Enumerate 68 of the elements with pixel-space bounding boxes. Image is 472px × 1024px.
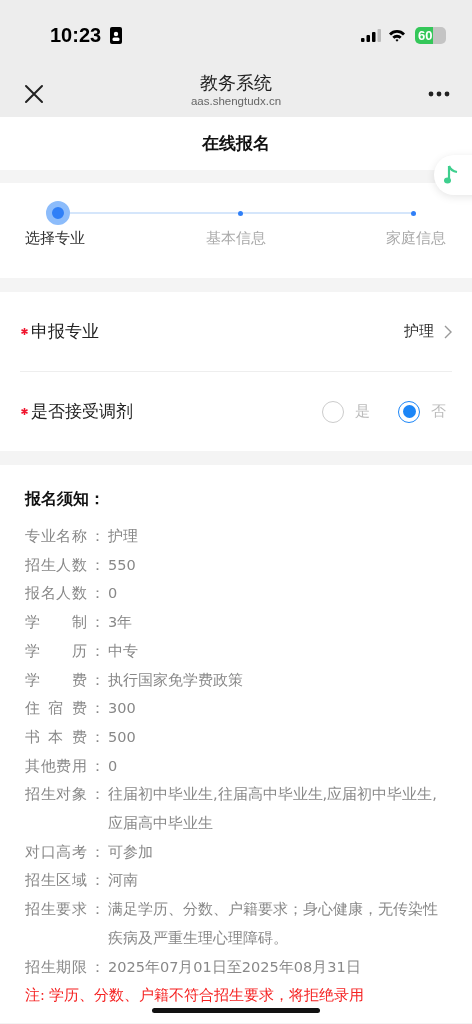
step-label[interactable]: 家庭信息 — [386, 229, 446, 248]
field-label: 是否接受调剂 — [31, 400, 133, 423]
signal-icon — [361, 28, 381, 42]
field-label: 申报专业 — [31, 320, 99, 343]
info-value: 河南 — [108, 871, 139, 891]
more-icon[interactable] — [428, 90, 450, 97]
info-value: 护理 — [108, 527, 139, 546]
info-value: 0 — [108, 756, 119, 776]
info-label: 招生人数 — [25, 555, 87, 575]
music-note-icon — [444, 165, 458, 185]
label-colon: ： — [89, 727, 106, 747]
label-colon: ： — [89, 584, 106, 604]
id-card-icon — [110, 26, 123, 44]
step-label[interactable]: 基本信息 — [205, 229, 266, 248]
label-colon: ： — [89, 527, 106, 546]
notice-title: 报名须知： — [25, 489, 106, 510]
label-colon: ： — [89, 699, 106, 719]
info-label: 住 宿 费 — [25, 699, 87, 719]
nav-url: aas.shengtudx.cn — [190, 94, 282, 107]
field-value: 护理 — [404, 322, 434, 341]
nav-title: 教务系统 — [200, 70, 272, 95]
info-value: 可参加 — [108, 842, 154, 862]
info-value: 满足学历、分数、户籍要求；身心健康，无传染性疾病及严重生理心理障碍。 — [108, 900, 439, 948]
info-label: 学 制 — [25, 613, 87, 633]
radio-label[interactable]: 否 — [431, 402, 446, 421]
label-colon: ： — [89, 900, 106, 920]
label-colon: ： — [89, 670, 106, 690]
music-button[interactable] — [434, 155, 472, 195]
info-label: 对口高考 — [25, 842, 87, 862]
info-label: 学 费 — [25, 670, 87, 690]
info-value: 300 — [108, 699, 137, 719]
info-value: 3年 — [108, 613, 134, 633]
chevron-right-icon — [444, 324, 452, 339]
label-colon: ： — [89, 871, 106, 891]
info-label: 招生区域 — [25, 871, 87, 891]
info-label: 书 本 费 — [25, 727, 87, 747]
label-colon: ： — [89, 785, 106, 805]
required-mark-icon — [21, 408, 28, 415]
label-colon: ： — [89, 641, 106, 661]
info-value: 中专 — [108, 641, 139, 661]
info-value: 550 — [108, 555, 137, 575]
label-colon: ： — [89, 613, 106, 633]
info-label: 招生期限 — [25, 957, 87, 977]
step-label[interactable]: 选择专业 — [25, 229, 85, 248]
battery-indicator: 60 — [415, 26, 446, 44]
label-colon: ： — [89, 842, 106, 862]
close-icon[interactable] — [24, 83, 44, 104]
info-label: 学 历 — [25, 641, 87, 661]
status-time: 10:23 — [50, 23, 102, 47]
info-label: 招生对象 — [25, 785, 87, 805]
label-colon: ： — [89, 957, 106, 977]
warning-text: 注: 学历、分数、户籍不符合招生要求，将拒绝录用 — [25, 986, 366, 1006]
page-title: 在线报名 — [202, 132, 270, 155]
label-colon: ： — [89, 756, 106, 776]
required-mark-icon — [21, 328, 28, 335]
info-label: 招生要求 — [25, 900, 87, 920]
info-value: 500 — [108, 727, 137, 747]
info-value: 执行国家免学费政策 — [108, 670, 244, 690]
info-label: 其他费用 — [25, 756, 87, 776]
radio-label[interactable]: 是 — [355, 402, 370, 421]
info-value: 0 — [108, 584, 119, 604]
info-value: 往届初中毕业生,往届高中毕业生,应届初中毕业生,应届高中毕业生 — [108, 785, 438, 834]
info-label: 专业名称 — [25, 527, 87, 546]
wifi-icon — [388, 28, 406, 42]
info-value: 2025年07月01日至2025年08月31日 — [108, 957, 362, 977]
info-label: 报名人数 — [25, 584, 87, 604]
major-select-row[interactable]: 申报专业 护理 — [20, 292, 452, 371]
label-colon: ： — [89, 555, 106, 575]
